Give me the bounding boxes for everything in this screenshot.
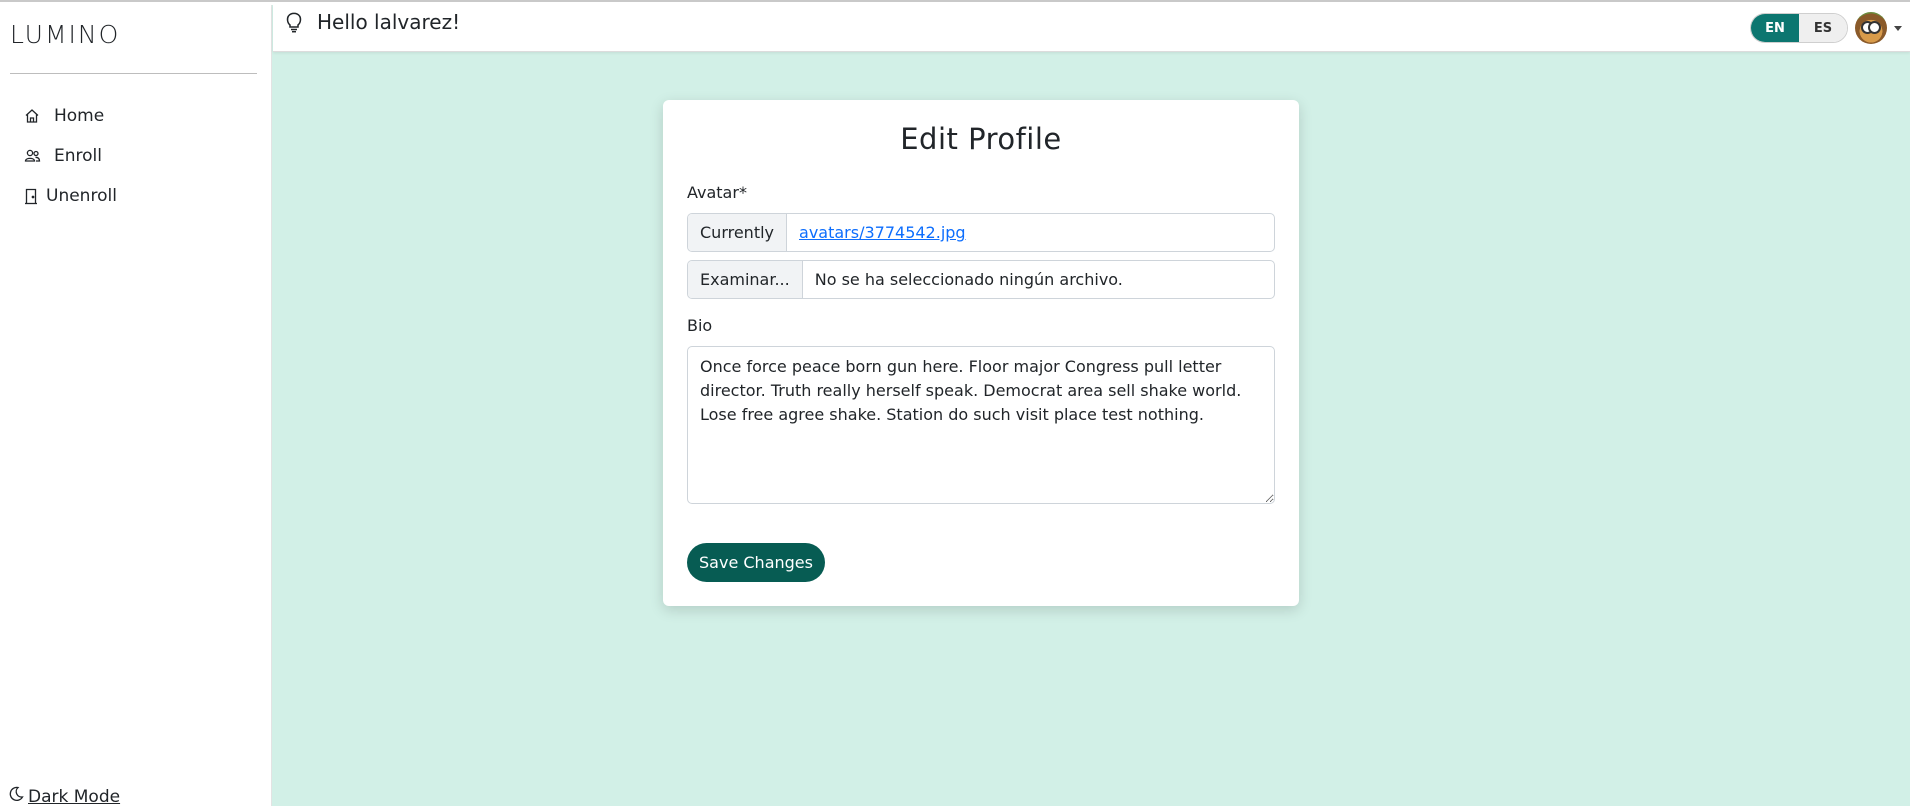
lang-en-button[interactable]: EN — [1751, 14, 1799, 42]
currently-addon: Currently — [688, 214, 788, 251]
sidebar-item-unenroll[interactable]: Unenroll — [24, 176, 117, 216]
current-avatar-link[interactable]: avatars/3774542.jpg — [799, 223, 966, 242]
greeting: Hello lalvarez! — [285, 10, 460, 34]
lightbulb-icon — [285, 11, 303, 33]
chevron-down-icon[interactable] — [1894, 26, 1902, 31]
sidebar-item-enroll[interactable]: Enroll — [24, 136, 117, 176]
home-icon — [24, 106, 48, 126]
save-changes-button[interactable]: Save Changes — [687, 543, 825, 582]
users-icon — [24, 146, 48, 166]
sidebar: LUMINO Home Enroll Unenroll Dark Mode — [0, 0, 272, 806]
browse-button[interactable]: Examinar... — [688, 261, 803, 298]
door-icon — [24, 186, 44, 206]
dark-mode-toggle[interactable]: Dark Mode — [8, 786, 120, 806]
moon-icon — [8, 786, 24, 806]
dark-mode-label: Dark Mode — [28, 786, 121, 806]
top-bar: Hello lalvarez! EN ES — [273, 5, 1910, 52]
sidebar-item-label: Home — [54, 106, 105, 126]
avatar-label: Avatar* — [687, 183, 747, 202]
window-top-border — [0, 0, 1910, 5]
page-title: Edit Profile — [900, 122, 1062, 156]
sidebar-divider — [10, 73, 257, 74]
avatar-file-input[interactable]: Examinar... No se ha seleccionado ningún… — [687, 260, 1275, 299]
language-switcher: EN ES — [1750, 13, 1848, 43]
current-avatar-group: Currently avatars/3774542.jpg — [687, 213, 1275, 252]
sidebar-nav: Home Enroll Unenroll — [24, 96, 117, 216]
bio-textarea[interactable]: Once force peace born gun here. Floor ma… — [687, 346, 1275, 504]
sidebar-item-label: Enroll — [54, 146, 102, 166]
brand-logo[interactable]: LUMINO — [10, 20, 120, 49]
lang-es-button[interactable]: ES — [1799, 14, 1847, 42]
bio-label: Bio — [687, 316, 713, 335]
user-avatar[interactable] — [1855, 12, 1887, 44]
sidebar-item-home[interactable]: Home — [24, 96, 117, 136]
greeting-text: Hello lalvarez! — [317, 10, 461, 34]
edit-profile-card: Edit Profile Avatar* Currently avatars/3… — [663, 100, 1299, 606]
sidebar-item-label: Unenroll — [46, 186, 117, 206]
file-status-text: No se ha seleccionado ningún archivo. — [814, 270, 1123, 289]
